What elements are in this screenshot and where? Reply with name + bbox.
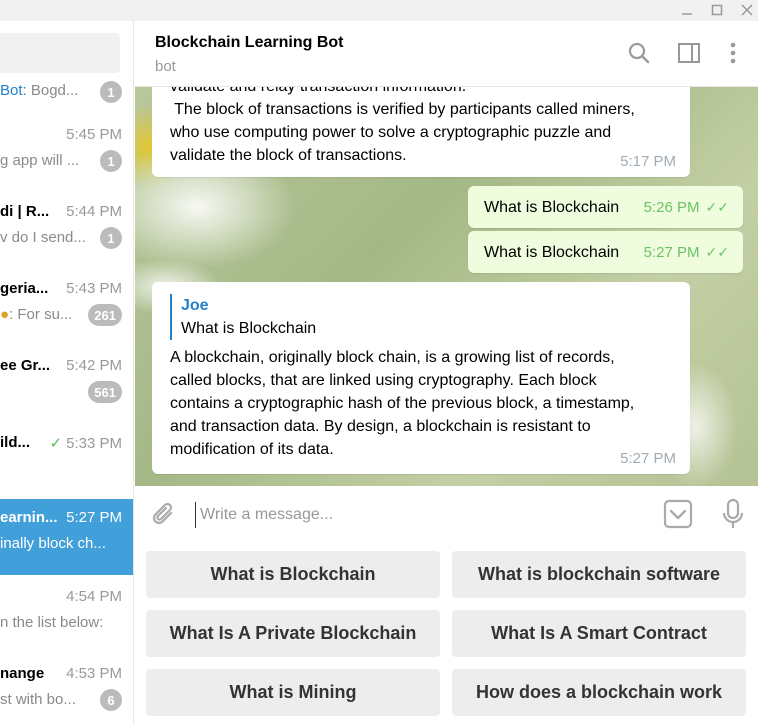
unread-badge: 1 [100,227,122,249]
message-time: 5:27 PM [643,244,700,261]
read-receipt-icon: ✓✓ [705,244,729,260]
chat-time: 5:45 PM [66,126,122,143]
window-titlebar [0,0,758,21]
reply-author: Joe [181,297,209,314]
chat-preview: st with bo... [0,691,76,708]
maximize-icon[interactable] [706,0,728,20]
chat-name: di | R... [0,203,50,220]
message-text-line: modification of its data. [170,441,334,458]
chat-time: 5:44 PM [66,203,122,220]
chat-name: ee Gr... [0,357,51,374]
bot-keyboard-button[interactable]: What is Mining [146,669,440,716]
outgoing-message: What is Blockchain 5:26 PM ✓✓ [468,186,743,228]
more-options-icon[interactable] [719,39,747,67]
chat-list-item[interactable]: geria... 5:43 PM ●: For su... 261 [0,270,133,347]
message-text-line: validate and relay transaction informati… [170,87,672,98]
incoming-message: Joe What is Blockchain A blockchain, ori… [152,282,690,474]
message-text-line: validate the block of transactions. [170,147,407,164]
message-text-line: contains a cryptographic hash of the pre… [170,395,635,412]
read-receipt-icon: ✓✓ [705,199,729,215]
chat-name: geria... [0,280,49,297]
chat-name: earnin... [0,509,58,526]
message-meta: 5:26 PM ✓✓ [644,196,729,219]
microphone-icon[interactable] [719,498,747,530]
chat-preview: ●: For su... [0,306,73,323]
bot-reply-keyboard: What is Blockchain What is blockchain so… [135,544,758,725]
bot-keyboard-button[interactable]: What is blockchain software [452,551,746,598]
bot-keyboard-toggle-icon[interactable] [663,499,693,529]
chat-list-item[interactable]: nange 4:53 PM st with bo... 6 [0,655,133,725]
message-text-line: The block of transactions is verified by… [170,101,635,118]
unread-badge: 261 [88,304,122,326]
unread-badge: 561 [88,381,122,403]
emoji-icon: ● [0,306,10,323]
chat-preview: g app will ... [0,152,80,169]
chat-time: ✓ 5:33 PM [49,435,122,452]
chat-list-item[interactable]: di | R... 5:44 PM v do I send... 1 [0,193,133,270]
reply-text: What is Blockchain [181,320,317,337]
message-text-line: called blocks, that are linked using cry… [170,372,597,389]
outgoing-message: What is Blockchain 5:27 PM ✓✓ [468,231,743,273]
chat-list-item[interactable]: 5:45 PM g app will ... 1 [0,116,133,193]
search-input[interactable] [0,33,120,73]
message-time: 5:26 PM [643,199,700,216]
sent-check-icon: ✓ [49,435,63,452]
chat-preview: Bot: Bogd... [0,82,79,99]
message-input[interactable] [195,502,645,528]
message-composer [135,486,758,544]
chat-preview: inally block ch... [0,535,106,552]
unread-badge: 1 [100,81,122,103]
close-icon[interactable] [736,0,758,20]
chat-list-item[interactable]: ild... ✓ 5:33 PM [0,424,133,501]
message-text-line: A blockchain, originally block chain, is… [170,349,615,366]
incoming-message: validate and relay transaction informati… [152,87,690,177]
chat-time: 5:42 PM [66,357,122,374]
chat-list-sidebar: Bot: Bogd... 1 5:45 PM g app will ... 1 … [0,21,134,725]
message-text: What is Blockchain [484,199,620,216]
sidebar-toggle-icon[interactable] [675,39,703,67]
chat-preview: n the list below: [0,614,104,631]
message-time: 5:17 PM [620,153,676,170]
bot-keyboard-button[interactable]: What is Blockchain [146,551,440,598]
chat-list-item-active[interactable]: earnin... 5:27 PM inally block ch... [0,499,133,575]
paperclip-icon[interactable] [149,500,179,530]
reply-quote[interactable]: Joe What is Blockchain [170,294,672,340]
minimize-icon[interactable] [676,0,698,20]
message-time: 5:27 PM [620,450,676,467]
message-meta: 5:27 PM ✓✓ [644,241,729,264]
chat-time: 4:54 PM [66,588,122,605]
message-history[interactable]: validate and relay transaction informati… [135,87,758,486]
chat-subtitle: bot [155,58,176,75]
chat-name: ild... [0,434,30,451]
unread-badge: 1 [100,150,122,172]
message-text-line: and transaction data. By design, a block… [170,418,591,435]
chat-preview: v do I send... [0,229,86,246]
message-text-line: who use computing power to solve a crypt… [170,124,612,141]
search-icon[interactable] [625,39,653,67]
bot-keyboard-button[interactable]: What Is A Smart Contract [452,610,746,657]
chat-time: 5:27 PM [66,509,122,526]
message-text: What is Blockchain [484,244,620,261]
chat-title[interactable]: Blockchain Learning Bot [155,34,343,52]
chat-list-item[interactable]: ee Gr... 5:42 PM 561 [0,347,133,424]
unread-badge: 6 [100,689,122,711]
chat-name: nange [0,665,45,682]
chat-list-item[interactable]: 4:54 PM n the list below: [0,578,133,655]
chat-time: 5:43 PM [66,280,122,297]
chat-time: 4:53 PM [66,665,122,682]
bot-keyboard-button[interactable]: What Is A Private Blockchain [146,610,440,657]
chat-header: Blockchain Learning Bot bot [135,21,758,87]
bot-keyboard-button[interactable]: How does a blockchain work [452,669,746,716]
